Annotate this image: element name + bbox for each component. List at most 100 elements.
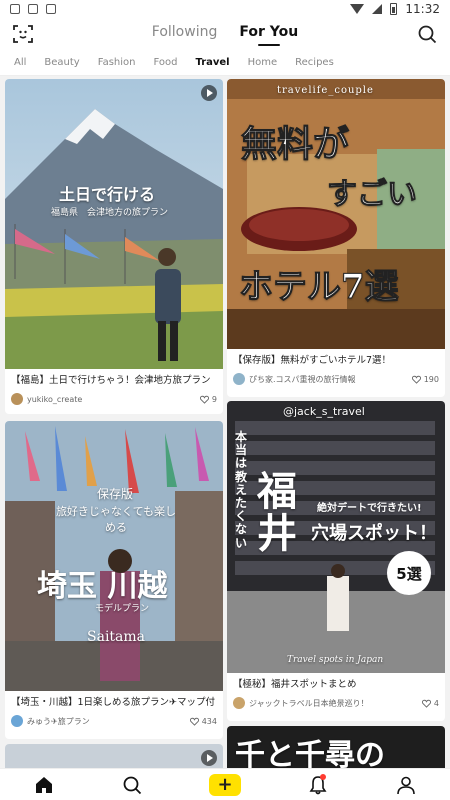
post-meta: yukiko_create 9 (5, 387, 223, 406)
like-count: 4 (433, 698, 439, 708)
author-name: yukiko_create (27, 394, 83, 404)
video-play-icon (201, 750, 217, 766)
tab-for-you[interactable]: For You (239, 24, 298, 44)
avatar (11, 715, 23, 728)
post-thumbnail[interactable]: 千と千尋の (227, 726, 445, 768)
battery-icon (390, 3, 398, 15)
overlay-label-save: 保存版 (97, 487, 134, 501)
plus-icon: + (217, 774, 233, 795)
overlay-big-text: 埼玉 川越 (37, 569, 168, 604)
like-count: 190 (423, 374, 439, 384)
video-play-icon (201, 85, 217, 101)
overlay-vertical-text: 本当は教えたくない (235, 430, 248, 550)
profile-icon[interactable] (395, 774, 417, 796)
overlay-account-handle: @jack_s_travel (283, 405, 365, 418)
author-name: ぴち家.コスパ重視の旅行情報 (249, 374, 356, 384)
overlay-big-text-3: ホテル7選 (239, 267, 400, 308)
notification-dot (320, 773, 326, 780)
search-icon[interactable] (416, 23, 438, 45)
post-author[interactable]: ジャックトラベル日本絶景巡り！ (233, 697, 369, 710)
post-card-fukushima[interactable]: 土日で行ける 福島県 会津地方の旅プラン 【福島】土日で行けちゃう！会津地方旅プ… (5, 79, 223, 414)
like-count: 9 (211, 394, 217, 404)
category-fashion[interactable]: Fashion (98, 57, 136, 68)
search-icon[interactable] (121, 774, 143, 796)
post-card-kawagoe[interactable]: 保存版 旅好きじゃなくても楽しめる 埼玉 川越 モデルプラン Saitama 【… (5, 421, 223, 739)
category-all[interactable]: All (14, 57, 26, 68)
mountain-landscape-image (5, 79, 223, 369)
heart-icon (189, 717, 199, 726)
post-card-partial-left[interactable] (5, 744, 223, 768)
post-meta: ぴち家.コスパ重視の旅行情報 190 (227, 367, 445, 386)
post-thumbnail[interactable]: 土日で行ける 福島県 会津地方の旅プラン (5, 79, 223, 369)
like-button[interactable]: 9 (199, 394, 217, 404)
post-card-fukui[interactable]: @jack_s_travel 本当は教えたくない 福井 絶対デートで行きたい! … (227, 401, 445, 721)
signal-icon (372, 4, 383, 14)
avatar (11, 393, 23, 406)
post-title[interactable]: 【福島】土日で行けちゃう！会津地方旅プラン (5, 369, 223, 387)
clock: 11:32 (405, 2, 440, 16)
top-bar: Following For You (0, 18, 450, 50)
post-thumbnail[interactable]: 保存版 旅好きじゃなくても楽しめる 埼玉 川越 モデルプラン Saitama (5, 421, 223, 691)
category-home[interactable]: Home (248, 57, 278, 68)
like-button[interactable]: 434 (189, 716, 217, 726)
post-meta: みゅう✈旅プラン 434 (5, 709, 223, 728)
category-recipes[interactable]: Recipes (295, 57, 334, 68)
like-button[interactable]: 190 (411, 374, 439, 384)
overlay-big-text-2: すごい (327, 177, 418, 213)
image-icon (28, 4, 38, 14)
overlay-english: Saitama (87, 629, 146, 645)
post-thumbnail[interactable]: @jack_s_travel 本当は教えたくない 福井 絶対デートで行きたい! … (227, 401, 445, 673)
like-count: 434 (201, 716, 217, 726)
post-title[interactable]: 【保存版】無料がすごいホテル7選！ (227, 349, 445, 367)
overlay-big-text: 千と千尋の (235, 738, 385, 768)
notifications-button[interactable] (307, 773, 329, 796)
overlay-account-handle: travelife_couple (277, 85, 374, 96)
shield-icon (10, 4, 20, 14)
tab-following[interactable]: Following (152, 24, 218, 44)
post-author[interactable]: yukiko_create (11, 393, 83, 406)
status-right: 11:32 (350, 2, 440, 16)
like-button[interactable]: 4 (421, 698, 439, 708)
post-card-hotels[interactable]: travelife_couple 無料が すごい ホテル7選 【保存版】無料がす… (227, 79, 445, 397)
overlay-footer: Travel spots in Japan (287, 655, 384, 665)
post-title[interactable]: 【埼玉・川越】1日楽しめる旅プラン✈マップ付 (5, 691, 223, 709)
overlay-caption: モデルプラン (95, 604, 150, 614)
overlay-big-text: 福井 (257, 468, 297, 557)
overlay-mid-text-2: 穴場スポット！ (311, 523, 437, 544)
status-bar: 11:32 (0, 0, 450, 18)
home-icon[interactable] (33, 774, 55, 796)
street-festival-image (5, 421, 223, 691)
post-title[interactable]: 【極秘】福井スポットまとめ (227, 673, 445, 691)
overlay-subline: 福島県 会津地方の旅プラン (51, 208, 169, 218)
category-travel[interactable]: Travel (195, 57, 229, 68)
author-name: みゅう✈旅プラン (27, 716, 90, 726)
overlay-big-text-1: 無料が (240, 123, 350, 166)
wifi-icon (350, 4, 365, 14)
post-thumbnail[interactable] (5, 744, 223, 768)
post-meta: ジャックトラベル日本絶景巡り！ 4 (227, 691, 445, 710)
category-beauty[interactable]: Beauty (44, 57, 79, 68)
author-name: ジャックトラベル日本絶景巡り！ (249, 698, 369, 708)
avatar (233, 697, 245, 710)
post-author[interactable]: みゅう✈旅プラン (11, 715, 90, 728)
bottom-navigation: + (0, 768, 450, 800)
overlay-mid-text-1: 絶対デートで行きたい! (317, 503, 422, 514)
feed-tabs: Following For You (152, 24, 298, 44)
category-food[interactable]: Food (153, 57, 177, 68)
category-bar: All Beauty Fashion Food Travel Home Reci… (0, 50, 450, 76)
status-left (10, 4, 56, 14)
heart-icon (421, 699, 431, 708)
heart-icon (411, 375, 421, 384)
avatar (233, 373, 245, 386)
create-post-button[interactable]: + (209, 773, 241, 796)
overlay-badge: 5選 (387, 551, 431, 595)
post-thumbnail[interactable]: travelife_couple 無料が すごい ホテル7選 (227, 79, 445, 349)
font-icon (46, 4, 56, 14)
post-card-spirited-away[interactable]: 千と千尋の (227, 726, 445, 768)
feed-grid: 土日で行ける 福島県 会津地方の旅プラン 【福島】土日で行けちゃう！会津地方旅プ… (0, 76, 450, 768)
scan-icon[interactable] (12, 23, 34, 45)
overlay-headline: 土日で行ける (59, 185, 156, 204)
heart-icon (199, 395, 209, 404)
overlay-subline: 旅好きじゃなくても楽しめる (55, 505, 177, 534)
post-author[interactable]: ぴち家.コスパ重視の旅行情報 (233, 373, 356, 386)
